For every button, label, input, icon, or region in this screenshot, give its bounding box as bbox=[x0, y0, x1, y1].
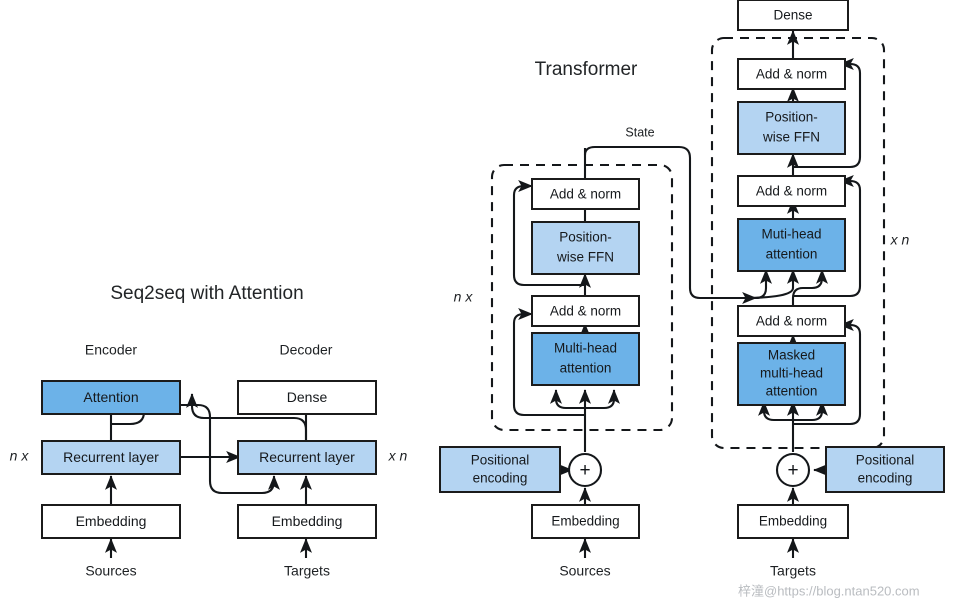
tf-encoder-add-symbol: + bbox=[579, 460, 590, 481]
tf-decoder-masked-label-line1: Masked bbox=[768, 348, 815, 363]
tf-encoder-ffn-label-line1: Position- bbox=[559, 230, 612, 245]
tf-encoder-add-norm-bottom-label: Add & norm bbox=[550, 304, 621, 319]
tf-encoder-attention-label-line2: attention bbox=[560, 361, 612, 376]
tf-encoder-add-circle: + bbox=[567, 452, 603, 488]
seq2seq-dense-label: Dense bbox=[287, 389, 328, 405]
tf-decoder-attention-label-line2: attention bbox=[766, 247, 818, 262]
tf-decoder-embedding-label: Embedding bbox=[759, 514, 827, 529]
tf-encoder-input-label: Sources bbox=[559, 563, 610, 579]
edge-tf-enc-attention-value-branch bbox=[585, 389, 620, 410]
seq2seq-right-repeat-label: x n bbox=[388, 448, 408, 464]
transformer-title: Transformer bbox=[535, 59, 638, 80]
tf-decoder-input-label: Targets bbox=[770, 563, 816, 579]
tf-decoder-ffn-label-line1: Position- bbox=[765, 110, 818, 125]
tf-decoder-ffn-label-line2: wise FFN bbox=[762, 130, 820, 145]
tf-encoder-posenc-label-line2: encoding bbox=[473, 471, 528, 486]
seq2seq-encoder-recurrent-label: Recurrent layer bbox=[63, 449, 159, 465]
tf-decoder-add-norm-top-box[interactable]: Add & norm bbox=[737, 58, 846, 90]
tf-encoder-embedding-label: Embedding bbox=[551, 514, 619, 529]
tf-decoder-add-norm-bottom-box[interactable]: Add & norm bbox=[737, 305, 846, 337]
seq2seq-targets-label: Targets bbox=[284, 563, 330, 579]
tf-decoder-posenc-label-line1: Positional bbox=[856, 453, 915, 468]
tf-decoder-positional-encoding-box[interactable]: Positional encoding bbox=[825, 446, 945, 493]
tf-decoder-masked-label-line2: multi-head bbox=[760, 366, 823, 381]
transformer-state-label: State bbox=[625, 125, 654, 139]
seq2seq-title: Seq2seq with Attention bbox=[110, 283, 303, 304]
tf-encoder-attention-label-line1: Multi-head bbox=[554, 341, 617, 356]
tf-encoder-position-wise-ffn-box[interactable]: Position- wise FFN bbox=[531, 221, 640, 275]
tf-decoder-add-symbol: + bbox=[787, 460, 798, 481]
edge-tf-dec-attention-key-from-state bbox=[755, 269, 772, 300]
seq2seq-attention-label: Attention bbox=[83, 389, 138, 405]
seq2seq-sources-label: Sources bbox=[85, 563, 136, 579]
transformer-encoder-repeat-label: n x bbox=[454, 289, 474, 305]
seq2seq-decoder-recurrent-label: Recurrent layer bbox=[259, 449, 355, 465]
tf-decoder-dense-box[interactable]: Dense bbox=[737, 0, 849, 31]
tf-encoder-add-norm-bottom-box[interactable]: Add & norm bbox=[531, 295, 640, 327]
watermark-text: 梓潼@https://blog.ntan520.com bbox=[738, 583, 920, 598]
tf-decoder-position-wise-ffn-box[interactable]: Position- wise FFN bbox=[737, 101, 846, 155]
seq2seq-decoder-embedding-label: Embedding bbox=[272, 513, 343, 529]
seq2seq-encoder-label: Encoder bbox=[85, 342, 137, 358]
tf-decoder-add-norm-mid-label: Add & norm bbox=[756, 184, 827, 199]
seq2seq-panel: Seq2seq with Attention Encoder Decoder n… bbox=[10, 283, 408, 579]
seq2seq-decoder-label: Decoder bbox=[280, 342, 333, 358]
transformer-panel: Transformer State n x x n Add & norm Pos… bbox=[439, 0, 945, 579]
seq2seq-decoder-embedding-box[interactable]: Embedding bbox=[237, 504, 377, 539]
seq2seq-decoder-recurrent-box[interactable]: Recurrent layer bbox=[237, 440, 377, 475]
tf-encoder-positional-encoding-box[interactable]: Positional encoding bbox=[439, 446, 561, 493]
transformer-decoder-repeat-label: x n bbox=[890, 232, 910, 248]
edge-tf-dec-addnorm-to-attention-query bbox=[791, 269, 828, 307]
tf-decoder-masked-attention-box[interactable]: Masked multi-head attention bbox=[737, 342, 846, 406]
tf-decoder-add-norm-bottom-label: Add & norm bbox=[756, 314, 827, 329]
tf-decoder-dense-label: Dense bbox=[773, 8, 812, 23]
tf-decoder-add-circle: + bbox=[775, 452, 811, 488]
tf-encoder-ffn-label-line2: wise FFN bbox=[556, 250, 614, 265]
tf-decoder-add-norm-mid-box[interactable]: Add & norm bbox=[737, 175, 846, 207]
seq2seq-encoder-embedding-box[interactable]: Embedding bbox=[41, 504, 181, 539]
tf-decoder-multi-head-attention-box[interactable]: Muti-head attention bbox=[737, 218, 846, 272]
tf-encoder-add-norm-top-box[interactable]: Add & norm bbox=[531, 178, 640, 210]
tf-encoder-multi-head-attention-box[interactable]: Multi-head attention bbox=[531, 332, 640, 386]
architecture-diagram: Seq2seq with Attention Encoder Decoder n… bbox=[10, 0, 945, 598]
tf-encoder-add-norm-top-label: Add & norm bbox=[550, 187, 621, 202]
tf-encoder-embedding-box[interactable]: Embedding bbox=[531, 504, 640, 539]
edge-tf-enc-attention-key-branch bbox=[550, 389, 585, 410]
tf-decoder-add-norm-top-label: Add & norm bbox=[756, 67, 827, 82]
seq2seq-encoder-embedding-label: Embedding bbox=[76, 513, 147, 529]
seq2seq-encoder-recurrent-box[interactable]: Recurrent layer bbox=[41, 440, 181, 475]
tf-decoder-embedding-box[interactable]: Embedding bbox=[737, 504, 849, 539]
seq2seq-left-repeat-label: n x bbox=[10, 448, 30, 464]
diagram-canvas: Seq2seq with Attention Encoder Decoder n… bbox=[0, 0, 960, 608]
seq2seq-attention-box[interactable]: Attention bbox=[41, 380, 181, 415]
tf-encoder-posenc-label-line1: Positional bbox=[471, 453, 530, 468]
seq2seq-dense-box[interactable]: Dense bbox=[237, 380, 377, 415]
tf-decoder-posenc-label-line2: encoding bbox=[858, 471, 913, 486]
tf-decoder-masked-label-line3: attention bbox=[766, 384, 818, 399]
tf-decoder-attention-label-line1: Muti-head bbox=[761, 227, 821, 242]
